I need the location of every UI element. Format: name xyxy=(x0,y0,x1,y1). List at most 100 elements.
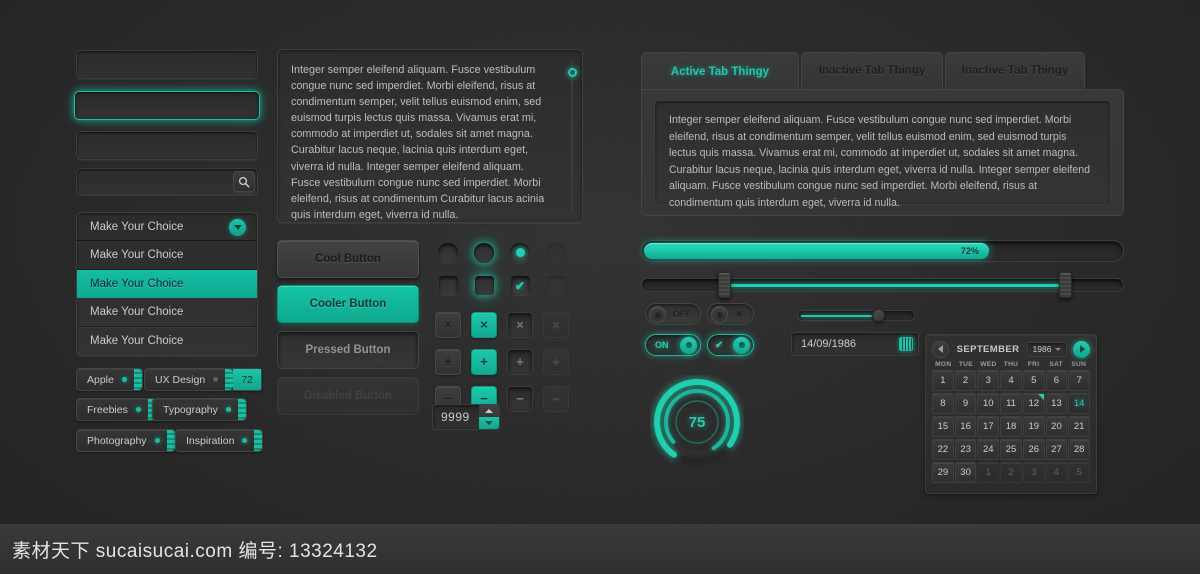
select-option[interactable]: Make Your Choice xyxy=(77,298,257,327)
select-selected-value[interactable]: Make Your Choice xyxy=(77,213,257,242)
calendar-day[interactable]: 23 xyxy=(954,439,977,460)
calendar-day[interactable]: 10 xyxy=(977,393,1000,414)
calendar-day[interactable]: 7 xyxy=(1068,370,1091,391)
textarea[interactable]: Integer semper eleifend aliquam. Fusce v… xyxy=(277,49,583,223)
tag-ux-design[interactable]: UX Design 72 xyxy=(144,368,262,391)
search-input[interactable] xyxy=(76,168,258,195)
cool-button[interactable]: Cool Button xyxy=(277,240,419,278)
range-slider[interactable] xyxy=(641,272,1124,298)
chevron-down-icon[interactable] xyxy=(229,219,246,236)
radio-normal[interactable] xyxy=(438,242,458,263)
tag-dot-icon xyxy=(121,377,127,382)
close-icon: × xyxy=(444,317,452,332)
close-button-pressed[interactable]: × xyxy=(507,311,533,338)
close-button-active[interactable]: × xyxy=(471,311,497,338)
calendar-year-select[interactable]: 1986 xyxy=(1027,341,1067,357)
textarea-scrollbar-track[interactable] xyxy=(571,61,573,211)
tag-ribbon xyxy=(166,430,175,451)
tab-inactive-1[interactable]: Inactive Tab Thingy xyxy=(801,52,943,90)
calendar-day[interactable]: 6 xyxy=(1045,370,1068,391)
calendar-day[interactable]: 18 xyxy=(1000,416,1022,437)
tag-ribbon xyxy=(237,399,246,420)
plus-button-pressed[interactable]: + xyxy=(507,348,533,375)
calendar-icon[interactable] xyxy=(899,337,913,351)
calendar-day-selected[interactable]: 14 xyxy=(1068,393,1091,414)
plus-button-active[interactable]: + xyxy=(471,348,497,375)
toggle-knob xyxy=(680,336,697,354)
tab-inactive-2[interactable]: Inactive Tab Thingy xyxy=(945,52,1085,90)
calendar-day[interactable]: 20 xyxy=(1045,416,1068,437)
calendar-day[interactable]: 24 xyxy=(977,439,1000,460)
calendar-day-muted: 3 xyxy=(1022,462,1045,483)
range-slider-handle-low[interactable] xyxy=(717,272,731,298)
cooler-button[interactable]: Cooler Button xyxy=(277,285,419,323)
tab-active[interactable]: Active Tab Thingy xyxy=(641,52,799,90)
select-option[interactable]: Make Your Choice xyxy=(77,241,257,270)
tag-freebies[interactable]: Freebies xyxy=(76,398,157,421)
calendar-day[interactable]: 1 xyxy=(932,370,954,391)
small-slider[interactable] xyxy=(797,309,915,322)
date-input[interactable]: 14/09/1986 xyxy=(791,332,919,356)
search-button[interactable] xyxy=(233,171,255,192)
calendar-day[interactable]: 17 xyxy=(977,416,1000,437)
text-input-focused[interactable] xyxy=(74,91,260,120)
calendar-day[interactable]: 19 xyxy=(1022,416,1045,437)
radio-checked[interactable] xyxy=(510,242,530,263)
calendar-day[interactable]: 9 xyxy=(954,393,977,414)
calendar-day[interactable]: 11 xyxy=(1000,393,1022,414)
toggle-knob xyxy=(733,336,750,354)
range-slider-handle-high[interactable] xyxy=(1059,272,1073,298)
calendar-day[interactable]: 30 xyxy=(954,462,977,483)
checkbox-normal[interactable] xyxy=(438,276,458,295)
textarea-scrollbar-thumb[interactable] xyxy=(568,68,577,77)
calendar-day[interactable]: 27 xyxy=(1045,439,1068,460)
calendar-day[interactable]: 13 xyxy=(1045,393,1068,414)
calendar-day[interactable]: 29 xyxy=(932,462,954,483)
calendar-day[interactable]: 2 xyxy=(954,370,977,391)
calendar-day[interactable]: 8 xyxy=(932,393,954,414)
toggle-switch-off-cross[interactable]: × xyxy=(707,303,754,325)
text-input-disabled[interactable] xyxy=(76,131,258,160)
plus-button-normal[interactable]: + xyxy=(435,348,461,375)
calendar-day[interactable]: 5 xyxy=(1022,370,1045,391)
calendar-day[interactable]: 22 xyxy=(932,439,954,460)
calendar-day[interactable]: 4 xyxy=(1000,370,1022,391)
tag-photography[interactable]: Photography xyxy=(76,429,176,452)
calendar-day[interactable]: 12 xyxy=(1022,393,1045,414)
select-dropdown[interactable]: Make Your Choice Make Your Choice Make Y… xyxy=(76,212,258,356)
calendar-day[interactable]: 25 xyxy=(1000,439,1022,460)
stepper-down-button[interactable] xyxy=(479,417,499,429)
tag-ribbon xyxy=(225,369,234,390)
minus-icon: − xyxy=(552,391,560,406)
calendar-prev-button[interactable] xyxy=(932,340,949,358)
number-stepper[interactable]: 9999 xyxy=(432,404,500,430)
search-icon xyxy=(238,176,250,188)
tag-apple[interactable]: Apple xyxy=(76,368,143,391)
text-input-default[interactable] xyxy=(76,50,258,79)
tag-label: Apple xyxy=(87,373,114,386)
close-button-normal[interactable]: × xyxy=(435,311,461,338)
weekday-label: FRI xyxy=(1027,361,1040,368)
minus-button-pressed[interactable]: − xyxy=(507,385,533,412)
toggle-switch-off[interactable]: OFF xyxy=(645,303,701,325)
tag-typography[interactable]: Typography xyxy=(152,398,247,421)
toggle-switch-on-check[interactable]: ✔ xyxy=(707,334,754,356)
toggle-switch-on[interactable]: ON xyxy=(645,334,701,356)
tag-inspiration[interactable]: Inspiration xyxy=(175,429,264,452)
stepper-up-button[interactable] xyxy=(479,405,499,417)
radio-focused[interactable] xyxy=(474,242,494,263)
select-option[interactable]: Make Your Choice xyxy=(77,327,257,355)
calendar-next-button[interactable] xyxy=(1073,340,1090,358)
calendar-week-row: 8 9 10 11 12 13 14 xyxy=(932,393,1091,414)
small-slider-knob[interactable] xyxy=(872,309,886,322)
checkbox-focused[interactable] xyxy=(474,276,494,295)
pressed-button[interactable]: Pressed Button xyxy=(277,331,419,369)
calendar-day[interactable]: 15 xyxy=(932,416,954,437)
checkbox-checked[interactable]: ✔ xyxy=(510,276,530,295)
calendar-day[interactable]: 16 xyxy=(954,416,977,437)
select-option-selected[interactable]: Make Your Choice xyxy=(77,269,257,299)
calendar-day[interactable]: 21 xyxy=(1068,416,1091,437)
calendar-day[interactable]: 28 xyxy=(1068,439,1091,460)
calendar-day[interactable]: 3 xyxy=(977,370,1000,391)
calendar-day[interactable]: 26 xyxy=(1022,439,1045,460)
